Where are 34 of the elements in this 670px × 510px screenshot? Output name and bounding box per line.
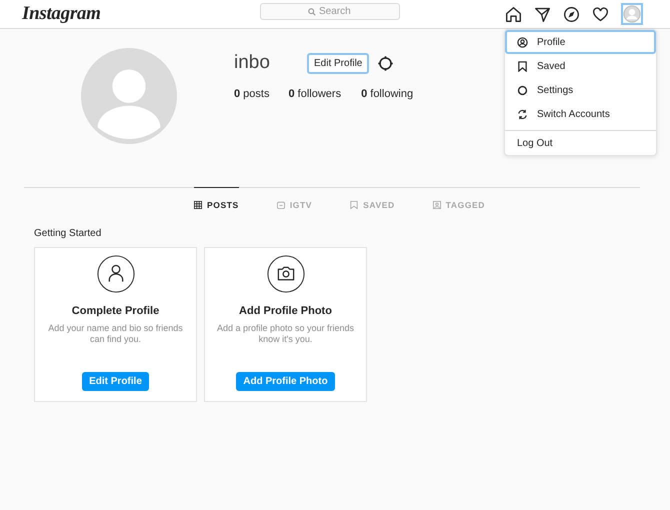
username: inbo <box>234 52 271 74</box>
menu-item[interactable]: Log Out <box>505 131 656 155</box>
camera-icon <box>266 255 304 293</box>
section-title: Getting Started <box>34 228 102 239</box>
menu-item[interactable]: Saved <box>505 54 656 78</box>
heart-icon[interactable] <box>592 6 609 22</box>
send-icon[interactable] <box>534 6 551 22</box>
tab[interactable]: POSTS <box>194 187 239 221</box>
bookmark-icon <box>517 60 528 72</box>
logo[interactable]: Instagram <box>22 3 260 25</box>
card-title: Complete Profile <box>72 305 160 317</box>
bookmark-icon <box>350 201 358 209</box>
stat-count: 0 posts <box>234 88 270 100</box>
settings-icon[interactable] <box>377 54 394 72</box>
tag-person-icon <box>432 201 441 209</box>
menu-item[interactable]: Settings <box>505 78 656 102</box>
person-icon <box>96 255 134 293</box>
card-description: Add your name and bio so friends can find you. <box>47 323 184 346</box>
switch-icon <box>517 108 528 120</box>
card-description: Add a profile photo so your friends know it's you. <box>216 323 356 346</box>
stat-count: 0 followers <box>288 88 342 100</box>
tv-icon <box>276 201 285 209</box>
menu-item[interactable]: Switch Accounts <box>505 102 656 126</box>
home-icon[interactable] <box>505 6 522 22</box>
card-title: Add Profile Photo <box>239 305 332 317</box>
settings-icon <box>517 84 528 96</box>
edit-profile-button[interactable]: Edit Profile <box>307 52 370 74</box>
grid-icon <box>194 201 202 209</box>
search-icon <box>308 8 316 16</box>
search-field[interactable]: Search <box>260 2 400 20</box>
compass-icon[interactable] <box>563 6 580 22</box>
menu-item[interactable]: Profile <box>505 30 656 54</box>
profile-icon <box>517 36 528 48</box>
stat-count: 0 following <box>361 88 414 100</box>
